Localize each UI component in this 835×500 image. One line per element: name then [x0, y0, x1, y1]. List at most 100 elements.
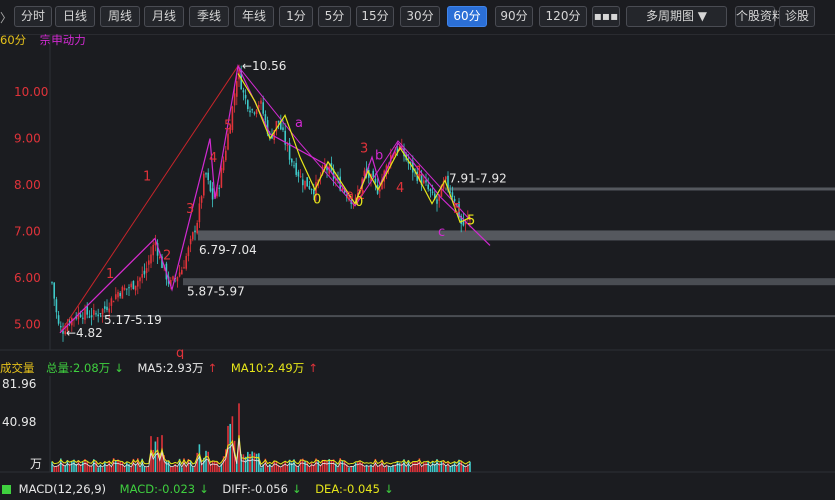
volume-chart[interactable]: 81.96 40.98 万 — [0, 376, 835, 476]
period-button-15[interactable]: 个股资料 — [735, 6, 784, 27]
candle-body — [227, 133, 229, 150]
candle-body — [110, 298, 113, 306]
volume-bar — [148, 466, 150, 472]
volume-bar — [218, 467, 220, 472]
candle-body — [55, 299, 58, 313]
nav-arrow-icon[interactable]: 〉 — [0, 9, 12, 26]
volume-bar — [328, 459, 330, 472]
volume-bar — [354, 462, 357, 472]
volume-bar — [383, 467, 385, 472]
candle-body — [117, 291, 119, 298]
volume-bar — [181, 467, 183, 472]
wave-label: 1 — [106, 267, 114, 282]
volume-bar — [326, 460, 328, 472]
wave-label: 2 — [163, 248, 171, 263]
volume-bar — [469, 461, 471, 472]
volume-total: 总量:2.08万 — [46, 361, 111, 375]
candle-body — [372, 170, 374, 178]
period-button-12[interactable]: 120分 — [539, 6, 587, 27]
volume-bar — [405, 466, 407, 472]
volume-bar — [192, 467, 194, 472]
volume-bar — [249, 454, 251, 472]
volume-bar — [423, 462, 425, 472]
period-button-3[interactable]: 月线 — [144, 6, 184, 27]
price-chart[interactable]: 10.00 9.00 8.00 7.00 6.00 5.00 ←10.56 ←4.825.17… — [0, 34, 835, 359]
volume-bar — [440, 461, 443, 472]
swing-line — [237, 73, 471, 224]
candle-body — [51, 282, 53, 284]
period-button-2[interactable]: 周线 — [100, 6, 140, 27]
candle-body — [282, 127, 284, 131]
volume-bar — [280, 467, 282, 472]
period-button-14[interactable]: 多周期图 ▼ — [626, 6, 727, 27]
period-button-5[interactable]: 年线 — [234, 6, 274, 27]
period-button-9[interactable]: 30分 — [400, 6, 440, 27]
period-button-10[interactable]: 60分 — [447, 6, 487, 27]
wave-label: 5 — [467, 214, 475, 229]
vol-unit: 万 — [30, 457, 42, 471]
candle-body — [258, 104, 260, 108]
candle-body — [198, 203, 201, 223]
candle-body — [225, 150, 227, 161]
candle-body — [123, 287, 126, 290]
period-button-7[interactable]: 5分 — [318, 6, 351, 27]
wave-label: a — [295, 116, 303, 131]
support-zone-band — [445, 187, 835, 191]
candle-body — [137, 280, 139, 287]
volume-bar — [271, 466, 273, 472]
candle-body — [57, 315, 60, 324]
volume-bar — [251, 451, 253, 472]
period-toolbar: 〉 分时 日线 周线 月线 季线 年线 1分 5分 15分 30分 60分 90分 120分 ▪▪▪ 多周期… — [0, 0, 835, 35]
volume-bar — [216, 461, 218, 472]
volume-bar — [172, 466, 174, 472]
volume-bar — [170, 466, 172, 472]
candle-body — [115, 294, 117, 299]
macd-value: MACD:-0.023 — [119, 482, 196, 496]
period-button-8[interactable]: 15分 — [356, 6, 394, 27]
candle-body — [431, 191, 434, 193]
volume-bar — [117, 459, 119, 472]
macd-title: MACD(12,26,9) — [18, 482, 106, 496]
candle-body — [427, 184, 429, 190]
volume-bar — [348, 467, 350, 472]
candle-body — [93, 310, 95, 315]
candle-body — [121, 286, 124, 299]
candle-body — [108, 308, 110, 313]
period-button-0[interactable]: 分时 — [14, 6, 52, 27]
volume-bar — [253, 452, 256, 472]
volume-bar — [297, 466, 300, 472]
candle-body — [152, 244, 154, 256]
candle-body — [185, 256, 187, 269]
period-button-16[interactable]: 诊股 — [779, 6, 815, 27]
period-button-1[interactable]: 日线 — [55, 6, 95, 27]
volume-bar — [390, 467, 392, 472]
candle-body — [119, 292, 121, 297]
candle-body — [236, 81, 238, 97]
volume-bar — [324, 459, 326, 472]
volume-bar — [242, 454, 245, 472]
volume-bar — [442, 460, 445, 472]
support-zone-band — [183, 278, 835, 286]
candle-body — [251, 109, 253, 111]
candle-body — [299, 176, 302, 178]
volume-bar — [211, 460, 214, 472]
period-button-13[interactable]: ▪▪▪ — [592, 6, 620, 27]
wave-label: 5 — [453, 202, 461, 217]
volume-bar — [306, 461, 308, 472]
period-button-6[interactable]: 1分 — [279, 6, 313, 27]
period-button-11[interactable]: 90分 — [495, 6, 533, 27]
candle-body — [262, 102, 264, 114]
period-button-4[interactable]: 季线 — [189, 6, 229, 27]
candle-body — [255, 109, 258, 114]
candle-body — [145, 268, 148, 273]
volume-bar — [284, 461, 286, 472]
candle-body — [132, 280, 135, 290]
candle-body — [178, 272, 181, 277]
volume-bar — [341, 460, 344, 472]
candle-body — [90, 315, 93, 318]
candle-body — [159, 256, 161, 259]
price-annotation: 5.17-5.19 — [104, 313, 162, 327]
volume-bar — [368, 465, 370, 472]
y-tick-label: 10.00 — [14, 85, 48, 99]
volume-bar — [409, 466, 412, 472]
